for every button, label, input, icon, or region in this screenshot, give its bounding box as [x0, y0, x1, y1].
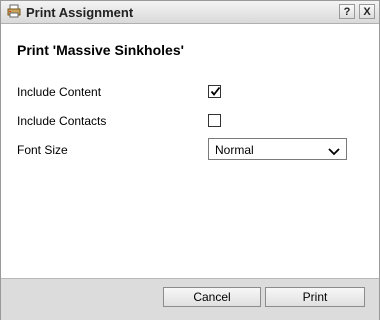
include-contacts-label: Include Contacts	[17, 114, 107, 128]
dialog-footer: Cancel Print	[1, 278, 379, 320]
print-assignment-dialog: Print Assignment ? X Print 'Massive Sink…	[0, 0, 380, 320]
cancel-button[interactable]: Cancel	[163, 287, 261, 307]
font-size-label: Font Size	[17, 143, 68, 157]
close-button[interactable]: X	[359, 4, 375, 19]
window-title: Print Assignment	[26, 5, 134, 20]
include-contacts-checkbox[interactable]	[208, 114, 221, 127]
print-button[interactable]: Print	[265, 287, 365, 307]
dialog-heading: Print 'Massive Sinkholes'	[17, 42, 184, 58]
chevron-down-icon	[328, 145, 340, 159]
font-size-select[interactable]: Normal	[208, 138, 347, 160]
include-content-checkbox[interactable]	[208, 85, 221, 98]
print-icon	[7, 4, 21, 18]
include-content-label: Include Content	[17, 85, 102, 99]
checkmark-icon	[210, 86, 221, 96]
help-button[interactable]: ?	[339, 4, 355, 19]
font-size-value: Normal	[215, 143, 254, 157]
title-bar[interactable]: Print Assignment ? X	[1, 1, 379, 24]
